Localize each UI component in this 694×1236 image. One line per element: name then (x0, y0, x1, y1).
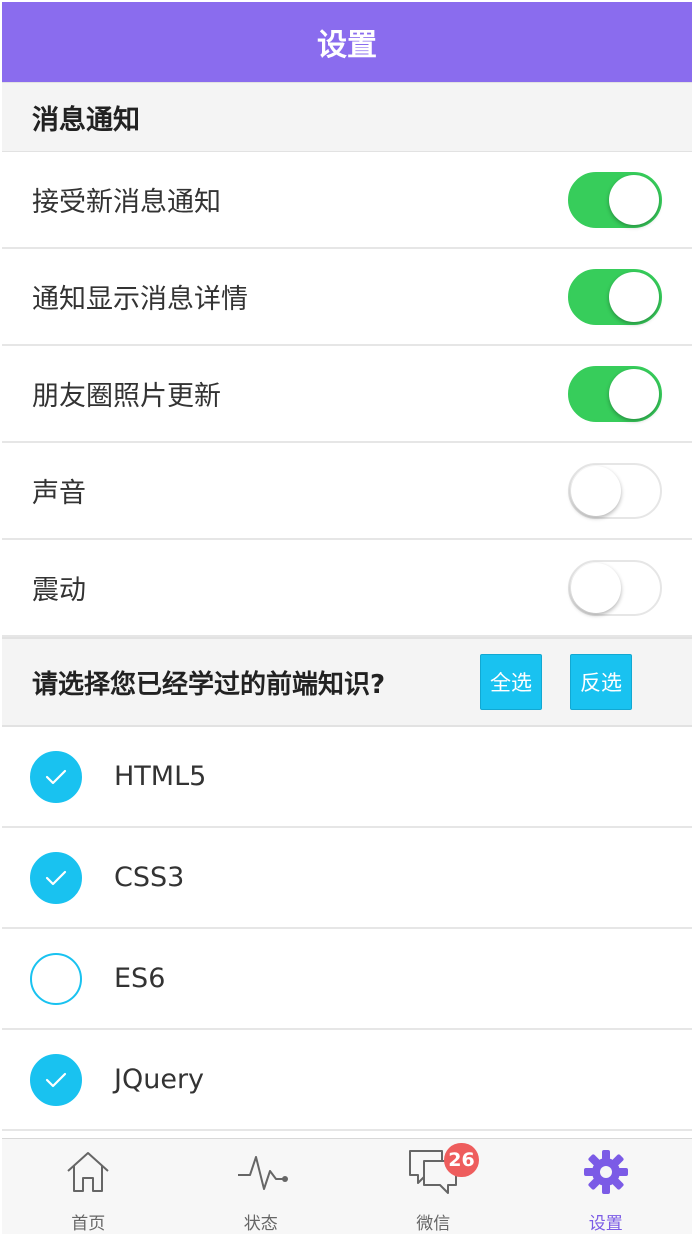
toggle-knob (609, 368, 659, 419)
new-message-toggle[interactable] (568, 171, 662, 228)
checkbox-es6[interactable] (30, 952, 82, 1005)
tab-label: 微信 (416, 1214, 451, 1234)
message-detail-toggle[interactable] (568, 268, 662, 325)
check-icon (45, 870, 67, 885)
sound-toggle[interactable] (568, 462, 662, 519)
tab-label: 首页 (71, 1214, 106, 1234)
page-title: 设置 (317, 28, 377, 63)
setting-label: 声音 (32, 478, 86, 509)
option-label: HTML5 (114, 761, 207, 792)
quiz-title: 请选择您已经学过的前端知识? (32, 669, 386, 700)
toggle-knob (609, 271, 659, 322)
chat-icon: 26 (408, 1143, 479, 1197)
vibrate-toggle[interactable] (568, 559, 662, 616)
quiz-header: 请选择您已经学过的前端知识? 全选 反选 (2, 637, 692, 727)
tab-wechat[interactable]: 26 微信 (347, 1139, 520, 1234)
toggle-knob (571, 465, 621, 516)
setting-label: 震动 (32, 575, 86, 606)
setting-row-vibrate: 震动 (2, 540, 692, 637)
notifications-section-header: 消息通知 (2, 82, 692, 152)
toggle-knob (609, 174, 659, 225)
option-row-es6[interactable]: ES6 (2, 929, 692, 1030)
invert-selection-button[interactable]: 反选 (570, 654, 632, 710)
tab-status[interactable]: 状态 (175, 1139, 348, 1234)
tab-label: 状态 (243, 1214, 278, 1234)
check-icon (45, 1072, 67, 1087)
home-icon (63, 1147, 113, 1197)
setting-label: 朋友圈照片更新 (32, 381, 221, 412)
option-row-jquery[interactable]: JQuery (2, 1030, 692, 1131)
setting-label: 通知显示消息详情 (32, 284, 248, 315)
tab-settings[interactable]: 设置 (520, 1139, 693, 1234)
option-row-css3[interactable]: CSS3 (2, 828, 692, 929)
tab-label: 设置 (588, 1214, 623, 1234)
option-label: ES6 (114, 963, 166, 994)
setting-row-new-message: 接受新消息通知 (2, 152, 692, 249)
select-all-button[interactable]: 全选 (480, 654, 542, 710)
setting-row-moments-update: 朋友圈照片更新 (2, 346, 692, 443)
check-icon (45, 769, 67, 784)
unread-badge: 26 (444, 1143, 479, 1177)
moments-update-toggle[interactable] (568, 365, 662, 422)
option-label: JQuery (114, 1064, 205, 1095)
setting-row-message-detail: 通知显示消息详情 (2, 249, 692, 346)
tab-bar: 首页 状态 26 微信 设置 (2, 1138, 692, 1234)
section-title: 消息通知 (32, 104, 140, 136)
checkbox-jquery[interactable] (30, 1053, 82, 1106)
pulse-icon (236, 1147, 288, 1197)
checkbox-html5[interactable] (30, 750, 82, 803)
tab-home[interactable]: 首页 (2, 1139, 175, 1234)
gear-icon (581, 1147, 631, 1197)
toggle-knob (571, 562, 621, 613)
setting-label: 接受新消息通知 (32, 187, 221, 218)
checkbox-css3[interactable] (30, 851, 82, 904)
setting-row-sound: 声音 (2, 443, 692, 540)
nav-bar: 设置 (2, 2, 692, 82)
app-frame: 设置 消息通知 接受新消息通知 通知显示消息详情 朋友圈照片更新 声音 震动 请… (2, 2, 692, 1234)
option-row-html5[interactable]: HTML5 (2, 727, 692, 828)
option-label: CSS3 (114, 862, 185, 893)
